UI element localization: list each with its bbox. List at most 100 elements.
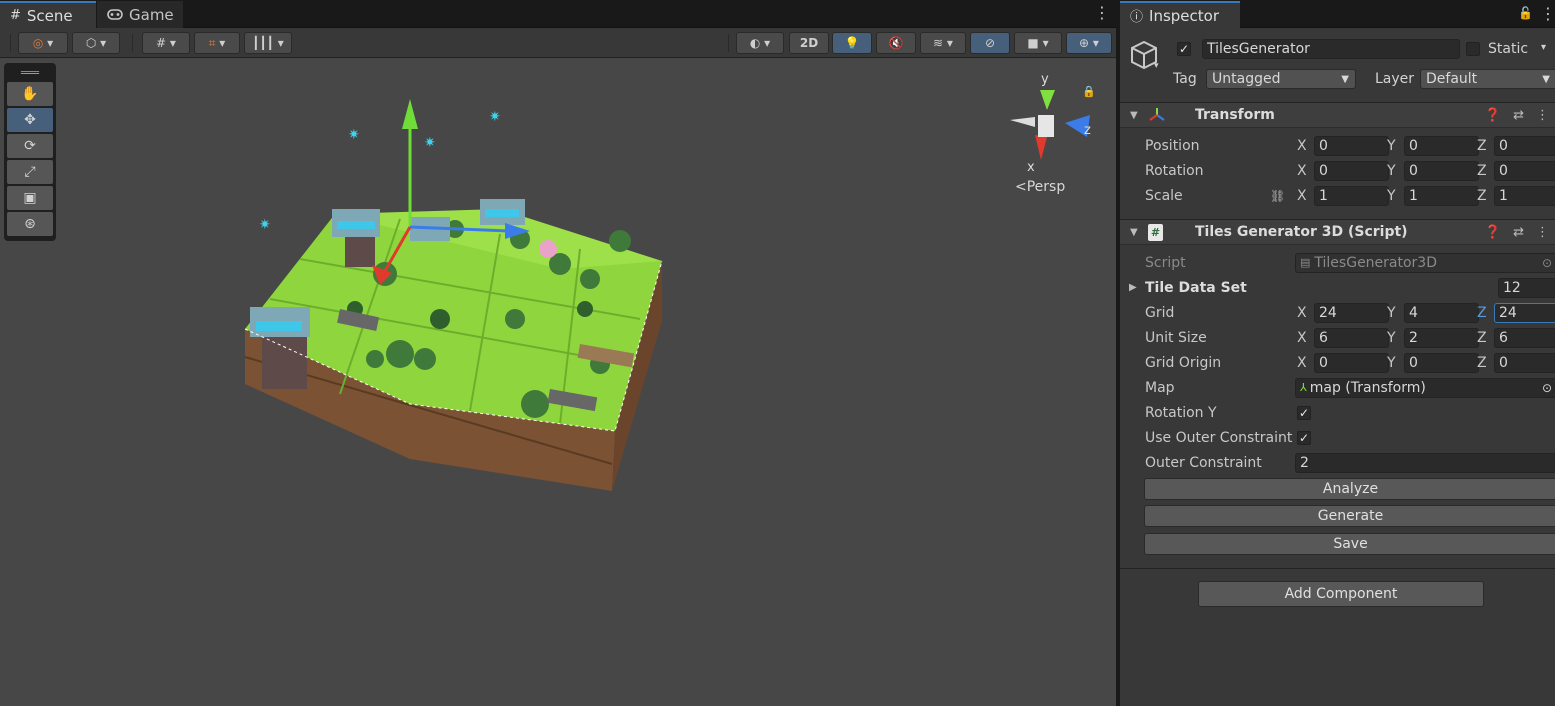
gizmos-dropdown[interactable]: ⊕ ▾ (1066, 32, 1112, 54)
layers-icon: ≋ (933, 36, 944, 50)
axis-label-x: X (1297, 304, 1307, 321)
rotate-tool-button[interactable]: ⟳ (7, 134, 53, 158)
lock-icon[interactable]: 🔓 (1518, 6, 1533, 20)
gizmo-lock-icon[interactable]: 🔒 (1082, 85, 1096, 98)
generate-label: Generate (1317, 508, 1384, 524)
map-field[interactable]: ⅄ map (Transform) ⊙ (1295, 377, 1555, 398)
axis-field-z[interactable]: 0 (1494, 160, 1555, 181)
transform-header[interactable]: ▼ Transform ❓ ⇄ ⋮ (1120, 102, 1555, 128)
axis-field-z[interactable]: 0 (1494, 135, 1555, 156)
tab-scene[interactable]: # Scene (0, 1, 96, 28)
grid-snap-icon: # (156, 36, 167, 50)
increment-snap-dropdown[interactable]: ⌗ ▾ (194, 32, 240, 54)
axis-field-z[interactable]: 24 (1494, 302, 1555, 323)
more-options-icon[interactable]: ⋮ (1540, 4, 1555, 23)
audio-toggle-button[interactable]: 🔇 (876, 32, 916, 54)
axis-field-x[interactable]: 0 (1314, 135, 1389, 156)
gamepad-icon (107, 6, 123, 24)
draw-mode-dropdown[interactable]: ◎ ▾ (18, 32, 68, 54)
tag-dropdown[interactable]: Untagged ▼ (1206, 69, 1356, 89)
shading-dropdown[interactable]: ⬡ ▾ (72, 32, 120, 54)
persp-icon: < (1015, 179, 1027, 195)
analyze-button[interactable]: Analyze (1144, 478, 1555, 500)
component-menu-icon[interactable]: ⋮ (1536, 225, 1549, 240)
rect-tool-button[interactable]: ▣ (7, 186, 53, 210)
constrain-proportions-icon[interactable]: ⛓ (1270, 189, 1285, 203)
component-menu-icon[interactable]: ⋮ (1536, 108, 1549, 123)
axis-value-x: 6 (1319, 329, 1328, 346)
render-mode-dropdown[interactable]: ◐ ▾ (736, 32, 784, 54)
use-outer-constraint-checkbox[interactable]: ✓ (1297, 430, 1311, 445)
tab-inspector-label: Inspector (1149, 6, 1219, 25)
outer-constraint-value: 2 (1300, 454, 1309, 471)
axis-value-y: 4 (1409, 304, 1418, 321)
add-component-button[interactable]: Add Component (1198, 581, 1484, 607)
vector-row-label: Position (1145, 137, 1200, 154)
use-outer-constraint-label: Use Outer Constraint (1145, 429, 1293, 446)
axis-field-y[interactable]: 2 (1404, 327, 1479, 348)
icon-dropdown-icon[interactable]: ▾ (1154, 61, 1159, 71)
camera-dropdown[interactable]: ■ ▾ (1014, 32, 1062, 54)
projection-toggle[interactable]: <Persp (1015, 179, 1065, 195)
axis-field-y[interactable]: 0 (1404, 135, 1479, 156)
axis-label-x: X (1297, 187, 1307, 204)
lighting-toggle-button[interactable]: 💡 (832, 32, 872, 54)
axis-field-x[interactable]: 24 (1314, 302, 1389, 323)
axis-field-x[interactable]: 6 (1314, 327, 1389, 348)
2d-toggle-button[interactable]: 2D (789, 32, 829, 54)
effects-dropdown[interactable]: ≋ ▾ (920, 32, 966, 54)
active-checkbox[interactable]: ✓ (1177, 42, 1191, 56)
grid-snap-dropdown[interactable]: # ▾ (142, 32, 190, 54)
map-value: map (Transform) (1309, 379, 1426, 396)
axis-field-y[interactable]: 1 (1404, 185, 1479, 206)
more-options-icon[interactable]: ⋮ (1094, 4, 1110, 22)
axis-value-z: 0 (1499, 137, 1508, 154)
object-picker-icon[interactable]: ⊙ (1542, 381, 1552, 395)
tile-data-set-size-field[interactable]: 12 (1498, 277, 1555, 298)
axis-field-x[interactable]: 0 (1314, 352, 1389, 373)
component-divider (1120, 568, 1555, 569)
tab-scene-label: Scene (26, 6, 73, 25)
presets-icon[interactable]: ⇄ (1513, 225, 1524, 240)
ruler-dropdown[interactable]: ┃┃┃ ▾ (244, 32, 292, 54)
script-component-header[interactable]: ▼ # Tiles Generator 3D (Script) ❓ ⇄ ⋮ (1120, 219, 1555, 245)
scene-viewport[interactable]: ✷ ✷ ✷ ✷ ═══ ✋ ✥ ⟳ ⤢ ▣ ⊛ y z x 🔒 <Persp (0, 59, 1116, 706)
unity-editor: # Scene Game ⋮ ◎ ▾ ⬡ ▾ # ▾ ⌗ ▾ ┃┃┃ ▾ ◐ ▾… (0, 0, 1555, 706)
axis-field-z[interactable]: 0 (1494, 352, 1555, 373)
hand-tool-button[interactable]: ✋ (7, 82, 53, 106)
axis-field-x[interactable]: 0 (1314, 160, 1389, 181)
object-header: ▾ ✓ TilesGenerator Static ▾ Tag Untagged… (1120, 29, 1555, 99)
axis-field-y[interactable]: 0 (1404, 352, 1479, 373)
object-name-field[interactable]: TilesGenerator (1202, 39, 1460, 59)
axis-field-y[interactable]: 4 (1404, 302, 1479, 323)
transform-tool-button[interactable]: ⊛ (7, 212, 53, 236)
tab-inspector[interactable]: ⓘ Inspector (1120, 1, 1240, 28)
palette-drag-handle[interactable]: ═══ (7, 66, 53, 80)
axis-field-y[interactable]: 0 (1404, 160, 1479, 181)
axis-value-y: 0 (1409, 137, 1418, 154)
static-checkbox[interactable] (1466, 42, 1480, 56)
move-tool-button[interactable]: ✥ (7, 108, 53, 132)
layer-label: Layer (1375, 71, 1415, 87)
axis-field-z[interactable]: 1 (1494, 185, 1555, 206)
foldout-closed-icon[interactable]: ▶ (1129, 282, 1137, 293)
save-button[interactable]: Save (1144, 533, 1555, 555)
tag-value: Untagged (1212, 71, 1281, 87)
script-value: TilesGenerator3D (1314, 254, 1437, 271)
vector-row: Grid X 24 Y 4 Z 24 (1120, 300, 1555, 325)
layer-dropdown[interactable]: Default ▼ (1420, 69, 1555, 89)
tab-game[interactable]: Game (97, 1, 183, 28)
axis-field-x[interactable]: 1 (1314, 185, 1389, 206)
axis-field-z[interactable]: 6 (1494, 327, 1555, 348)
generate-button[interactable]: Generate (1144, 505, 1555, 527)
scale-tool-button[interactable]: ⤢ (7, 160, 53, 184)
presets-icon[interactable]: ⇄ (1513, 108, 1524, 123)
orientation-gizmo[interactable]: y z x 🔒 (995, 65, 1096, 195)
outer-constraint-field[interactable]: 2 (1295, 452, 1555, 473)
rotation-y-checkbox[interactable]: ✓ (1297, 405, 1311, 420)
visibility-toggle-button[interactable]: ⊘ (970, 32, 1010, 54)
help-icon[interactable]: ❓ (1485, 108, 1501, 123)
help-icon[interactable]: ❓ (1485, 225, 1501, 240)
axis-value-z: 1 (1499, 187, 1508, 204)
static-dropdown-icon[interactable]: ▾ (1541, 42, 1546, 53)
